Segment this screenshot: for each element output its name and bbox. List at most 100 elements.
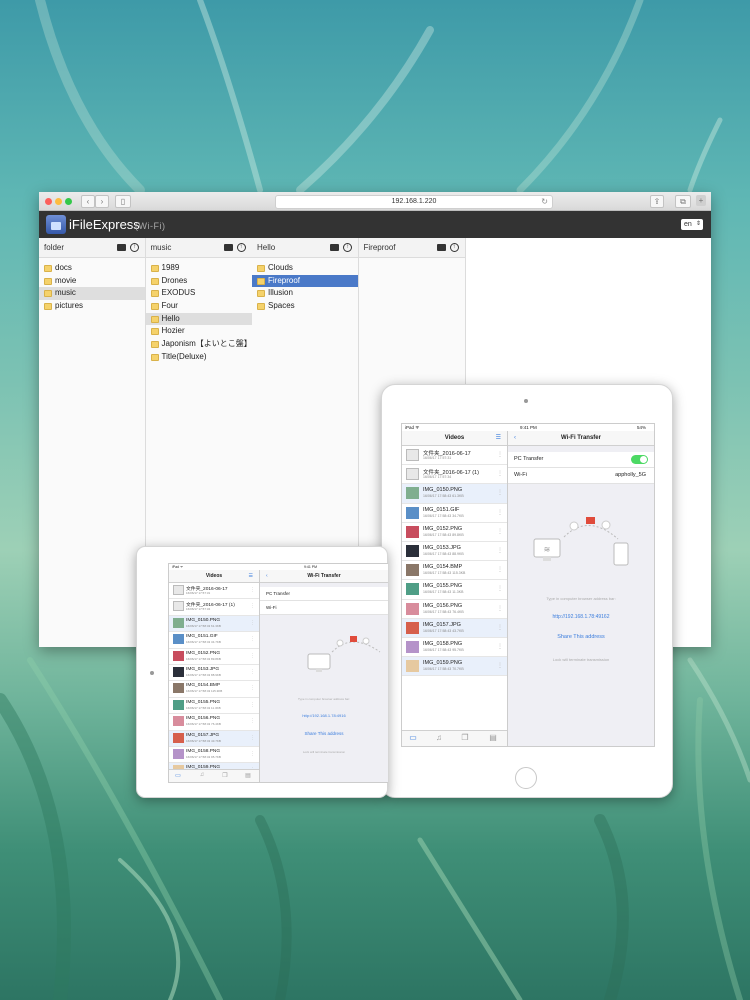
more-icon[interactable]: ⋮	[497, 489, 503, 496]
folder-item[interactable]: Spaces	[252, 300, 358, 313]
url-bar[interactable]: 192.168.1.220 ↻	[275, 195, 553, 209]
folder-item[interactable]: Illusion	[252, 287, 358, 300]
more-icon[interactable]: ⋮	[497, 547, 503, 554]
file-row[interactable]: IMG_0152.PNG 16/06/17 17:58:43 89.8KB ⋮	[402, 523, 507, 542]
file-row[interactable]: IMG_0154.BMP 16/06/17 17:58:43 115.3KB ⋮	[402, 561, 507, 581]
sidebar-icon[interactable]: ▯	[115, 195, 131, 208]
menu-icon[interactable]: ☰	[249, 570, 253, 582]
video-tab-icon[interactable]: ▭	[406, 733, 420, 742]
file-row[interactable]: IMG_0153.JPG 16/06/17 17:58:43 88.9KB ⋮	[402, 542, 507, 562]
file-row[interactable]: IMG_0155.PNG 16/06/17 17:58:43 11.3KB ⋮	[169, 698, 259, 715]
more-icon[interactable]: ⋮	[250, 669, 255, 675]
share-address-button[interactable]: Share This address	[508, 634, 654, 640]
document-tab-icon[interactable]: ▤	[242, 772, 254, 779]
upload-icon[interactable]: ↑	[236, 243, 246, 252]
language-select[interactable]: en ⇕	[681, 219, 703, 230]
file-row[interactable]: IMG_0152.PNG 16/06/17 17:58:43 89.8KB ⋮	[169, 649, 259, 665]
tabs-icon[interactable]: ⧉	[675, 195, 691, 208]
more-icon[interactable]: ⋮	[497, 528, 503, 535]
folder-item[interactable]: Fireproof	[252, 274, 358, 288]
file-row[interactable]: IMG_0150.PNG 16/06/17 17:58:43 61.3KB ⋮	[402, 484, 507, 504]
document-tab-icon[interactable]: ▤	[486, 733, 500, 742]
folder-icon	[44, 290, 52, 298]
files-tab-icon[interactable]: ❐	[458, 733, 472, 742]
address-link[interactable]: http://192.168.1.78:49162	[508, 614, 654, 620]
file-row[interactable]: 文件夹_2016-06-17 16/06/17 17:57:31 ⋮	[402, 446, 507, 466]
folder-item[interactable]: music	[39, 287, 145, 301]
pc-transfer-toggle[interactable]	[631, 455, 648, 464]
more-icon[interactable]: ⋮	[497, 451, 503, 458]
upload-icon[interactable]: ↑	[130, 243, 139, 252]
more-icon[interactable]: ⋮	[497, 662, 503, 669]
more-icon[interactable]: ⋮	[497, 509, 503, 516]
folder-item[interactable]: Clouds	[252, 262, 358, 275]
menu-icon[interactable]: ☰	[496, 431, 501, 445]
file-row[interactable]: IMG_0158.PNG 16/06/17 17:58:43 95.7KB ⋮	[402, 638, 507, 658]
folder-item[interactable]: docs	[39, 262, 145, 275]
zoom-window-button[interactable]	[65, 198, 72, 205]
close-window-button[interactable]	[45, 198, 52, 205]
file-row[interactable]: IMG_0155.PNG 16/06/17 17:58:43 11.3KB ⋮	[402, 580, 507, 600]
more-icon[interactable]: ⋮	[250, 620, 255, 626]
music-tab-icon[interactable]: ♫	[432, 733, 446, 742]
more-icon[interactable]: ⋮	[250, 685, 255, 691]
file-row[interactable]: IMG_0151.GIF 16/06/17 17:58:43 34.7KB ⋮	[169, 632, 259, 649]
more-icon[interactable]: ⋮	[497, 585, 503, 592]
folder-item[interactable]: pictures	[39, 300, 145, 313]
folder-item[interactable]: Japonism【よいとこ盤】	[146, 338, 252, 351]
more-icon[interactable]: ⋮	[497, 605, 503, 612]
forward-icon[interactable]: ›	[95, 195, 109, 208]
upload-icon[interactable]: ↑	[449, 243, 459, 252]
address-link[interactable]: http://192.168.1.78:4916	[260, 713, 388, 718]
file-row[interactable]: IMG_0153.JPG 16/06/17 17:58:43 88.9KB ⋮	[169, 665, 259, 682]
more-icon[interactable]: ⋮	[250, 603, 255, 609]
more-icon[interactable]: ⋮	[497, 643, 503, 650]
files-tab-icon[interactable]: ❐	[219, 772, 231, 779]
file-row[interactable]: IMG_0156.PNG 16/06/17 17:58:43 76.4KB ⋮	[402, 600, 507, 619]
folder-item[interactable]: Drones	[146, 275, 252, 288]
file-row[interactable]: 文件夹_2016-06-17 (1) 16/06/17 17:57:34 ⋮	[169, 599, 259, 616]
home-button[interactable]	[515, 767, 537, 789]
music-tab-icon[interactable]: ♫	[196, 772, 208, 778]
file-row[interactable]: IMG_0159.PNG16/06/17 17:58:43 70.7KB ⋮	[402, 657, 507, 677]
back-icon[interactable]: ‹	[81, 195, 95, 208]
share-address-button[interactable]: Share This address	[260, 731, 388, 736]
folder-icon[interactable]	[117, 244, 126, 251]
folder-item[interactable]: Hello	[145, 312, 252, 326]
folder-icon[interactable]	[330, 244, 339, 251]
reload-icon[interactable]: ↻	[541, 196, 548, 208]
file-row[interactable]: 文件夹_2016-06-17 16/06/17 17:57:31 ⋮	[169, 583, 259, 600]
more-icon[interactable]: ⋮	[497, 566, 503, 573]
share-icon[interactable]: ⇪	[650, 195, 664, 208]
more-icon[interactable]: ⋮	[497, 624, 503, 631]
file-row[interactable]: 文件夹_2016-06-17 (1) 16/06/17 17:57:34 ⋮	[402, 465, 507, 485]
folder-icon[interactable]	[223, 244, 233, 251]
folder-item[interactable]: 1989	[146, 262, 252, 275]
folder-item[interactable]: movie	[39, 275, 145, 288]
camera-dot	[150, 671, 154, 675]
file-row[interactable]: IMG_0151.GIF 16/06/17 17:58:43 34.7KB ⋮	[402, 504, 507, 523]
more-icon[interactable]: ⋮	[250, 702, 255, 708]
more-icon[interactable]: ⋮	[250, 735, 255, 741]
folder-item[interactable]: Four	[146, 300, 252, 313]
more-icon[interactable]: ⋮	[497, 470, 503, 477]
more-icon[interactable]: ⋮	[250, 636, 255, 642]
more-icon[interactable]: ⋮	[250, 587, 255, 593]
file-row[interactable]: IMG_0156.PNG 16/06/17 17:58:43 76.4KB ⋮	[169, 714, 259, 731]
folder-icon[interactable]	[436, 244, 446, 251]
file-row[interactable]: IMG_0150.PNG 16/06/17 17:58:43 61.3KB ⋮	[169, 615, 259, 633]
more-icon[interactable]: ⋮	[250, 718, 255, 724]
more-icon[interactable]: ⋮	[250, 653, 255, 659]
new-tab-icon[interactable]: +	[696, 195, 706, 206]
video-tab-icon[interactable]: ▭	[172, 772, 184, 779]
file-row[interactable]: IMG_0157.JPG 16/06/17 17:58:43 43.7KB ⋮	[169, 730, 259, 747]
file-row[interactable]: IMG_0154.BMP 16/06/17 17:58:43 115.3KB ⋮	[169, 681, 259, 698]
folder-item[interactable]: EXODUS	[146, 287, 252, 300]
file-row[interactable]: IMG_0158.PNG 16/06/17 17:58:43 95.7KB ⋮	[169, 747, 259, 764]
minimize-window-button[interactable]	[55, 198, 62, 205]
folder-item[interactable]: Hozier	[146, 325, 252, 338]
file-row[interactable]: IMG_0157.JPG 16/06/17 17:58:43 43.7KB ⋮	[402, 618, 507, 638]
folder-item[interactable]: Title(Deluxe)	[146, 351, 252, 364]
upload-icon[interactable]: ↑	[343, 243, 352, 252]
more-icon[interactable]: ⋮	[250, 751, 255, 757]
